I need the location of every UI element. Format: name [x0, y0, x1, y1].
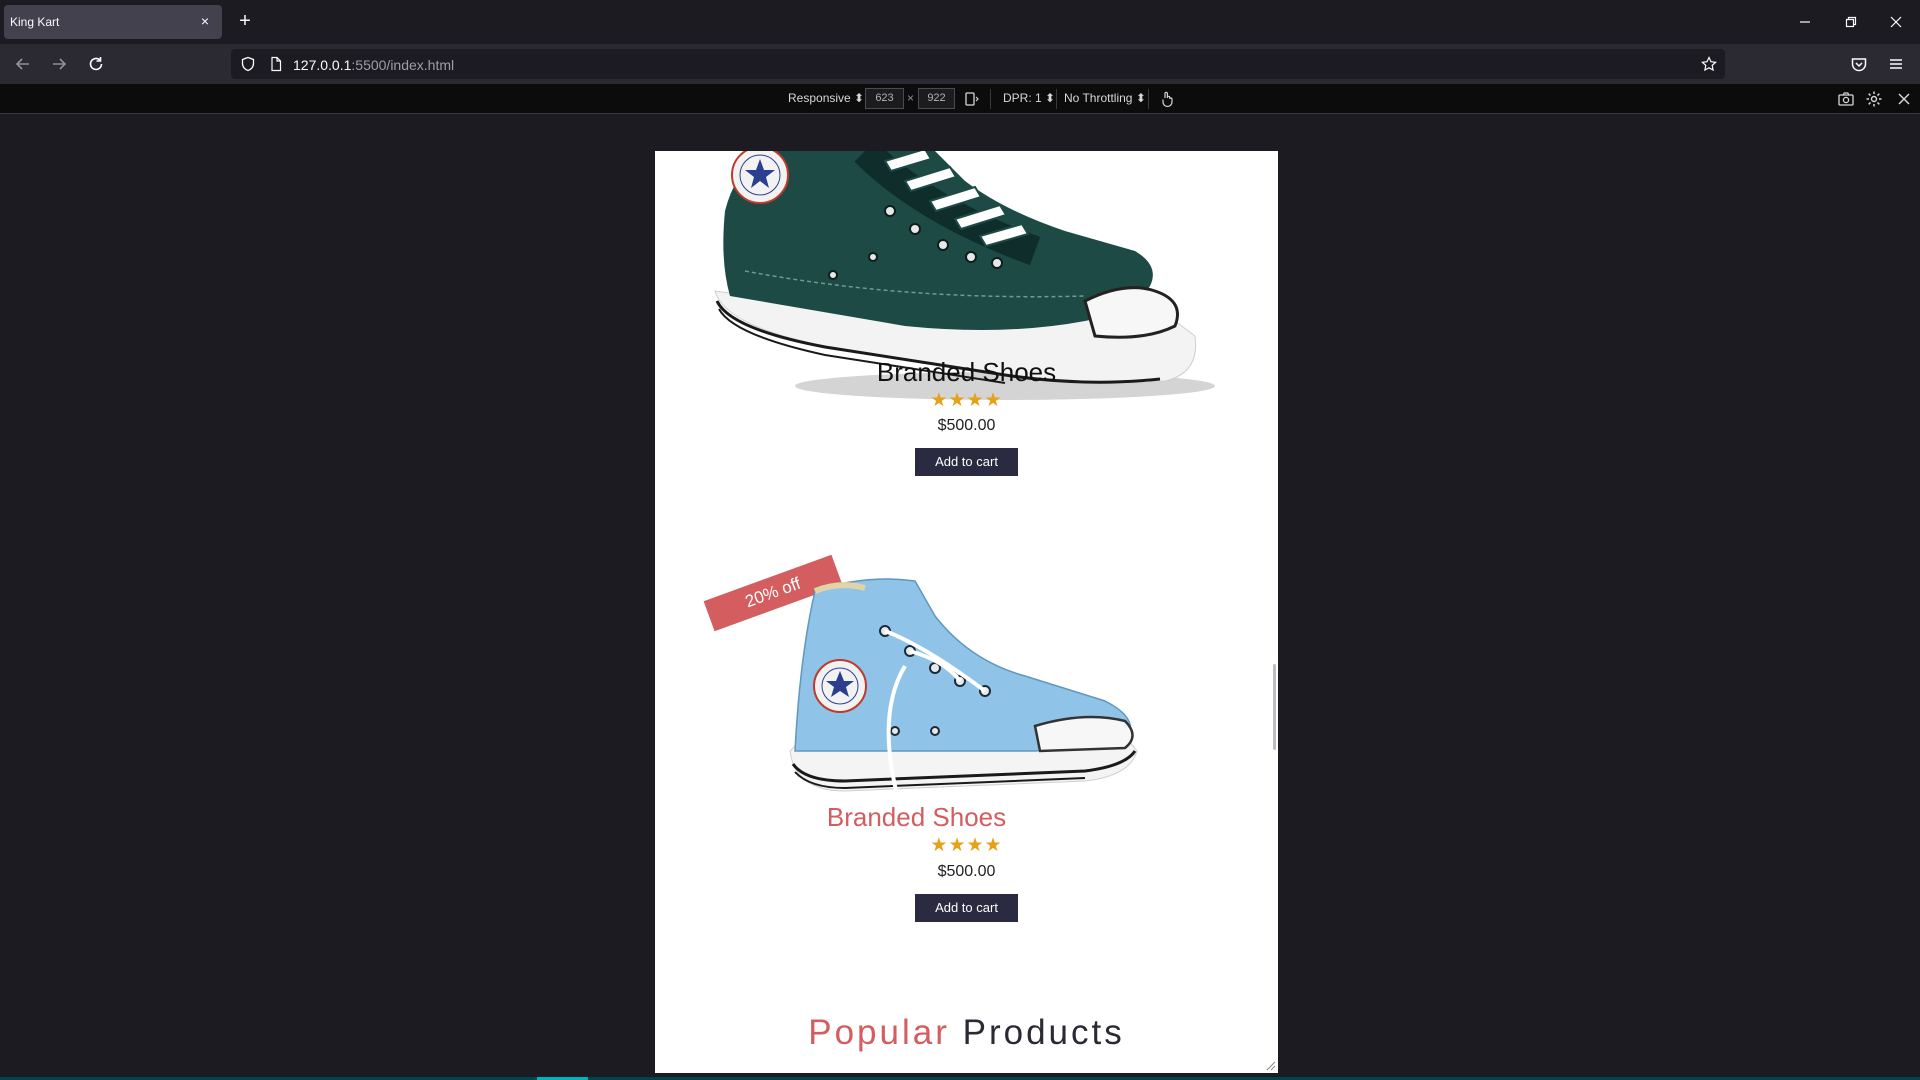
page-icon[interactable] — [268, 56, 284, 72]
product-image-blue-sneaker[interactable] — [785, 576, 1145, 811]
url-text[interactable]: 127.0.0.1:5500/index.html — [293, 57, 454, 73]
close-window-icon[interactable] — [1884, 10, 1908, 34]
url-bar[interactable]: 127.0.0.1:5500/index.html — [231, 49, 1725, 79]
viewport-height-input[interactable]: 922 — [918, 88, 955, 109]
page-scrollbar[interactable] — [1273, 664, 1276, 750]
shield-icon[interactable] — [240, 56, 256, 72]
browser-tab[interactable]: King Kart × — [4, 5, 222, 39]
tab-strip: King Kart × + — [0, 0, 1920, 44]
product-title[interactable]: Branded Shoes — [655, 802, 1228, 833]
url-path: :5500/index.html — [351, 57, 455, 73]
minimize-icon[interactable] — [1793, 10, 1817, 34]
device-selector[interactable]: Responsive ⬍ — [788, 91, 864, 105]
screenshot-icon[interactable] — [1836, 89, 1856, 109]
forward-icon[interactable] — [47, 52, 71, 76]
rating-stars: ★★★★ — [930, 835, 1003, 856]
viewport-stage: Branded Shoes ★★★★ $500.00 Add to cart 2… — [0, 114, 1920, 1080]
reload-icon[interactable] — [84, 52, 108, 76]
bookmark-star-icon[interactable] — [1701, 56, 1717, 72]
add-to-cart-button[interactable]: Add to cart — [915, 448, 1018, 476]
toolbar-divider — [1056, 89, 1057, 109]
restore-icon[interactable] — [1839, 10, 1863, 34]
menu-icon[interactable] — [1884, 52, 1908, 76]
section-heading-accent: Popular — [808, 1013, 950, 1052]
toolbar-divider — [1148, 89, 1149, 109]
touch-simulation-icon[interactable] — [1157, 89, 1177, 109]
section-heading-rest: Products — [962, 1013, 1125, 1052]
dpr-label: DPR: 1 — [1003, 91, 1042, 105]
pocket-icon[interactable] — [1847, 52, 1871, 76]
add-to-cart-button[interactable]: Add to cart — [915, 894, 1018, 922]
close-rdm-icon[interactable] — [1894, 89, 1914, 109]
rotate-viewport-icon[interactable] — [962, 89, 982, 109]
resize-grip-icon[interactable] — [1264, 1059, 1276, 1071]
section-heading: Popular Products — [655, 1013, 1278, 1053]
navigation-toolbar: 127.0.0.1:5500/index.html — [0, 44, 1920, 84]
product-price: $500.00 — [937, 417, 996, 434]
settings-gear-icon[interactable] — [1864, 89, 1884, 109]
url-host: 127.0.0.1 — [293, 57, 352, 73]
tab-title: King Kart — [10, 15, 60, 29]
viewport-width-input[interactable]: 623 — [865, 88, 904, 109]
responsive-design-toolbar: Responsive ⬍ 623 × 922 DPR: 1 ⬍ No Throt… — [0, 84, 1920, 114]
product-price: $500.00 — [937, 863, 996, 880]
product-title[interactable]: Branded Shoes — [655, 357, 1278, 388]
throttling-selector[interactable]: No Throttling ⬍ — [1064, 91, 1146, 105]
webpage-viewport: Branded Shoes ★★★★ $500.00 Add to cart 2… — [655, 151, 1278, 1073]
new-tab-button[interactable]: + — [234, 10, 256, 32]
device-label: Responsive — [788, 91, 851, 105]
back-icon[interactable] — [11, 52, 35, 76]
rating-stars: ★★★★ — [930, 390, 1003, 411]
dimension-separator: × — [907, 91, 915, 105]
tab-close-icon[interactable]: × — [196, 12, 214, 30]
toolbar-divider — [990, 89, 991, 109]
throttling-label: No Throttling — [1064, 91, 1133, 105]
dpr-selector[interactable]: DPR: 1 ⬍ — [1003, 91, 1055, 105]
